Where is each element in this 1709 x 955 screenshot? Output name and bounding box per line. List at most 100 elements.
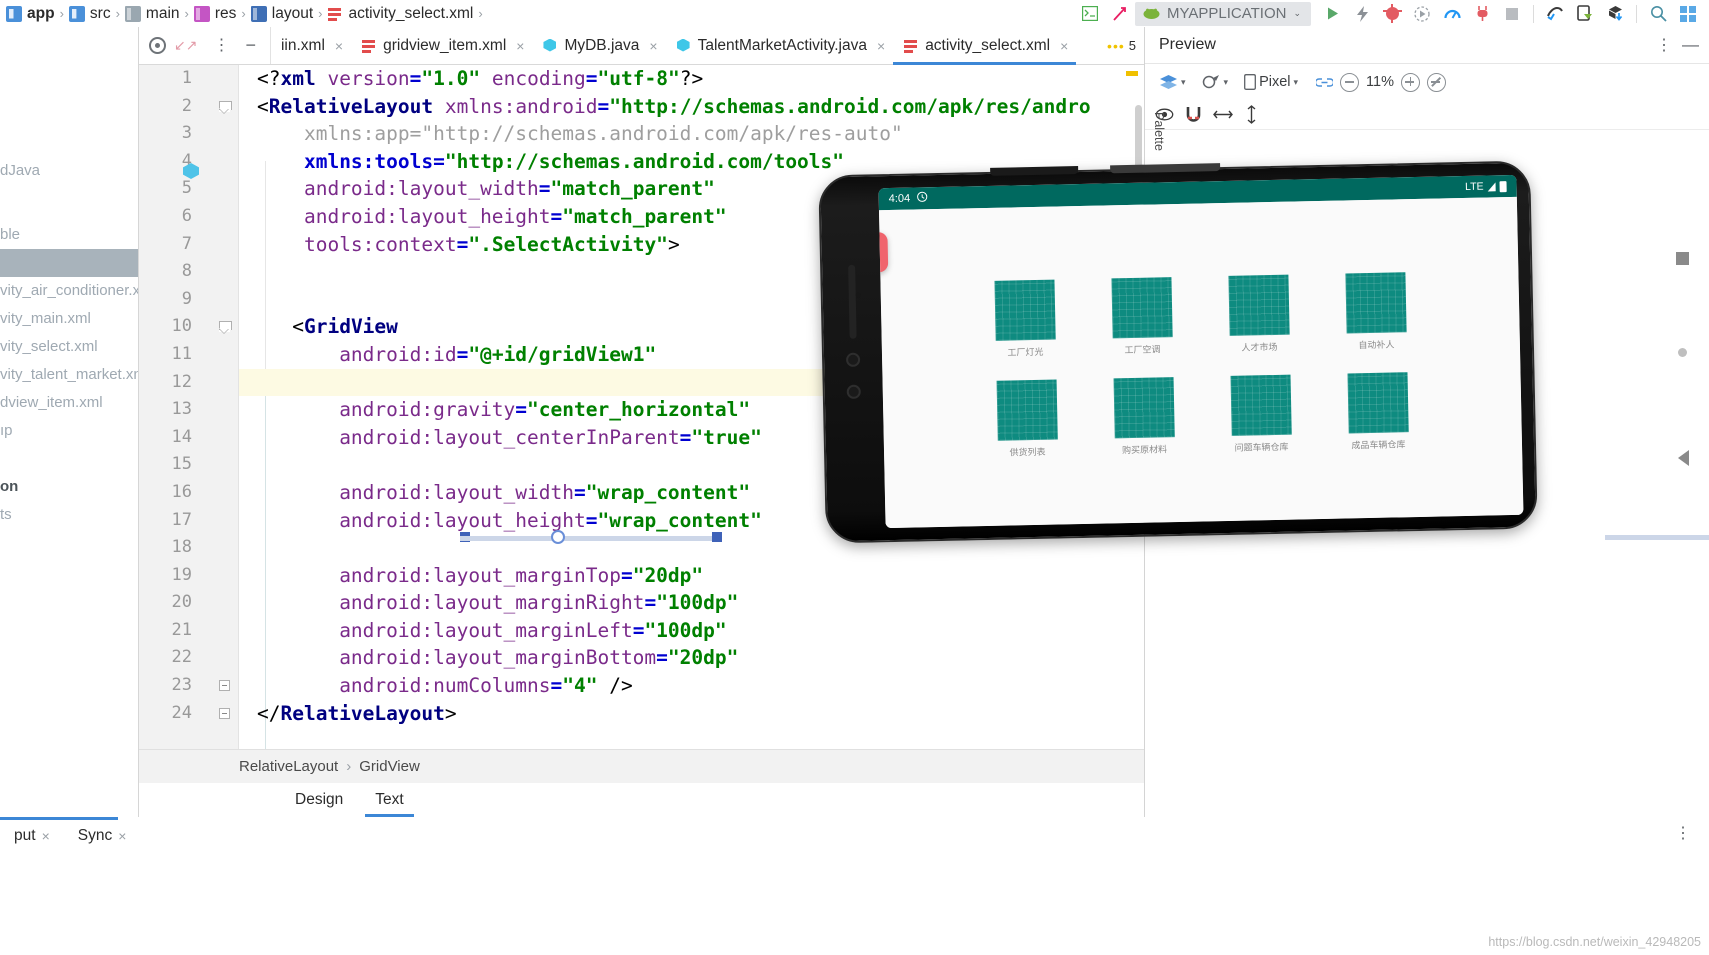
scroll-warning-marker[interactable] xyxy=(1126,71,1138,76)
options-kebab-icon[interactable]: ⋮ xyxy=(205,37,237,54)
sidebar-item-selected[interactable] xyxy=(0,249,138,277)
editor-tab-activity-select-xml[interactable]: activity_select.xml × xyxy=(893,27,1077,65)
grid-item[interactable]: 成品车辆仓库 xyxy=(1319,372,1436,452)
run-configuration-selector[interactable]: MYAPPLICATION ⌄ xyxy=(1134,1,1311,26)
build-icon[interactable] xyxy=(1105,1,1135,27)
sidebar-item-1[interactable] xyxy=(0,185,138,213)
grid-item[interactable]: 问题车辆仓库 xyxy=(1203,374,1320,454)
code-fold-icon[interactable] xyxy=(219,680,230,692)
chevron-down-icon[interactable]: ▾ xyxy=(1224,77,1229,88)
sdk-manager-icon[interactable] xyxy=(1540,1,1570,27)
preview-resize-bar[interactable] xyxy=(460,536,720,541)
terminal-icon[interactable] xyxy=(1075,1,1105,27)
code-line[interactable]: android:layout_marginLeft="100dp" xyxy=(239,617,1144,645)
device-preview-frame[interactable]: 4:04 LTE 工厂灯光 工厂空调 人才市场 自动补人 供货列表 购买原材料 … xyxy=(818,160,1538,544)
preview-minimize-icon[interactable]: — xyxy=(1682,35,1699,55)
editor-tab-mydb-java[interactable]: MyDB.java × xyxy=(532,27,665,64)
avd-manager-icon[interactable] xyxy=(1570,1,1600,27)
code-line[interactable]: android:numColumns="4" /> xyxy=(239,672,1144,700)
attach-debugger-icon[interactable] xyxy=(1467,1,1497,27)
breadcrumb-item-res[interactable]: res xyxy=(193,5,236,23)
run-with-coverage-icon[interactable] xyxy=(1407,1,1437,27)
sidebar-item-activity-talent-market[interactable]: vity_talent_market.xn xyxy=(0,361,138,389)
tab-design[interactable]: Design xyxy=(279,783,359,817)
close-icon[interactable]: × xyxy=(42,828,50,844)
inspection-warning-count[interactable]: ••• 5 xyxy=(1107,27,1144,64)
run-icon[interactable] xyxy=(1317,1,1347,27)
breadcrumb-item-layout[interactable]: layout xyxy=(250,5,313,23)
device-screen[interactable]: 4:04 LTE 工厂灯光 工厂空调 人才市场 自动补人 供货列表 购买原材料 … xyxy=(878,174,1524,529)
sidebar-item-12[interactable]: ts xyxy=(0,501,138,529)
code-line[interactable]: </RelativeLayout> xyxy=(239,700,1144,728)
breadcrumb-item-file[interactable]: activity_select.xml xyxy=(327,5,473,23)
sidebar-item-2[interactable]: ble xyxy=(0,221,138,249)
breadcrumb-item-main[interactable]: main xyxy=(124,5,180,23)
collapse-all-icon[interactable]: ↙↗ xyxy=(168,37,203,54)
design-mode-button[interactable]: ▾ xyxy=(1153,71,1192,93)
gridview-grid[interactable]: 工厂灯光 工厂空调 人才市场 自动补人供货列表 购买原材料 问题车辆仓库 成品车辆仓库 xyxy=(966,266,1436,460)
code-line[interactable]: android:layout_marginBottom="20dp" xyxy=(239,644,1144,672)
layout-inspector-icon[interactable] xyxy=(1673,1,1703,27)
breadcrumb-item-app[interactable]: app xyxy=(6,5,55,23)
project-sidebar[interactable]: dJava ble vity_air_conditioner.x vity_ma… xyxy=(0,27,138,817)
sidebar-item-0[interactable]: dJava xyxy=(0,157,138,185)
sidebar-item-activity-main[interactable]: vity_main.xml xyxy=(0,305,138,333)
close-icon[interactable]: × xyxy=(877,38,885,54)
close-icon[interactable]: × xyxy=(649,38,657,54)
grid-item[interactable]: 供货列表 xyxy=(969,379,1086,459)
sidebar-item-11[interactable]: on xyxy=(0,473,138,501)
grid-item[interactable]: 自动补人 xyxy=(1317,272,1434,352)
code-line[interactable]: android:layout_marginTop="20dp" xyxy=(239,562,1144,590)
chevron-down-icon[interactable]: ▾ xyxy=(1181,77,1186,88)
editor-tab-gridview-item-xml[interactable]: gridview_item.xml × xyxy=(351,27,532,64)
sidebar-item-activity-air-conditioner[interactable]: vity_air_conditioner.x xyxy=(0,277,138,305)
zoom-in-button[interactable] xyxy=(1400,72,1420,92)
preview-handle-square[interactable] xyxy=(1676,252,1689,265)
apply-changes-icon[interactable] xyxy=(1347,1,1377,27)
bottom-options-kebab-icon[interactable]: ⋮ xyxy=(1675,823,1691,843)
stop-icon[interactable] xyxy=(1497,1,1527,27)
bottom-tab-output[interactable]: put × xyxy=(0,827,64,845)
zoom-out-button[interactable] xyxy=(1340,72,1360,92)
grid-item[interactable]: 工厂灯光 xyxy=(966,279,1083,359)
debug-icon[interactable] xyxy=(1377,1,1407,27)
structure-crumb-relativelayout[interactable]: RelativeLayout xyxy=(239,758,338,775)
preview-options-kebab-icon[interactable]: ⋮ xyxy=(1646,35,1682,55)
search-icon[interactable] xyxy=(1643,1,1673,27)
code-line[interactable]: xmlns:app="http://schemas.android.com/ap… xyxy=(239,120,1144,148)
select-opened-file-icon[interactable] xyxy=(149,37,166,54)
code-line[interactable]: android:layout_marginRight="100dp" xyxy=(239,589,1144,617)
chevron-down-icon[interactable]: ▾ xyxy=(1294,77,1299,88)
grid-item[interactable]: 人才市场 xyxy=(1200,274,1317,354)
grid-item[interactable]: 购买原材料 xyxy=(1086,377,1203,457)
code-line[interactable]: <?xml version="1.0" encoding="utf-8"?> xyxy=(239,65,1144,93)
search-fab-button[interactable] xyxy=(878,232,889,273)
palette-tab[interactable]: Palette xyxy=(1149,95,1166,167)
code-fold-icon[interactable] xyxy=(219,100,232,112)
profiler-icon[interactable] xyxy=(1437,1,1467,27)
sync-gradle-icon[interactable] xyxy=(1600,1,1630,27)
close-icon[interactable]: × xyxy=(118,828,126,844)
sidebar-item-gridview-item[interactable]: dview_item.xml xyxy=(0,389,138,417)
chevron-down-icon[interactable]: ⌄ xyxy=(1293,8,1301,19)
sidebar-item-activity-select[interactable]: vity_select.xml xyxy=(0,333,138,361)
structure-crumb-gridview[interactable]: GridView xyxy=(359,758,420,775)
breadcrumb-item-src[interactable]: src xyxy=(68,5,111,23)
code-fold-icon[interactable] xyxy=(219,321,232,333)
editor-tab-main-xml[interactable]: iin.xml × xyxy=(271,27,351,64)
editor-tab-talentmarketactivity-java[interactable]: TalentMarketActivity.java × xyxy=(666,27,894,64)
zoom-reset-button[interactable] xyxy=(1426,72,1446,92)
device-selector[interactable]: Pixel ▾ xyxy=(1238,71,1304,93)
structure-breadcrumb[interactable]: RelativeLayout › GridView xyxy=(139,749,1144,783)
grid-item[interactable]: 工厂空调 xyxy=(1083,277,1200,357)
code-fold-icon[interactable] xyxy=(219,707,230,719)
preview-handle-triangle[interactable] xyxy=(1678,450,1689,466)
tab-text[interactable]: Text xyxy=(359,783,419,817)
close-icon[interactable]: × xyxy=(1060,38,1068,54)
bottom-tab-sync[interactable]: Sync × xyxy=(64,827,141,845)
close-icon[interactable]: × xyxy=(516,38,524,54)
preview-rotate-handle[interactable] xyxy=(551,530,565,544)
preview-handle-dot[interactable] xyxy=(1678,348,1687,357)
sidebar-item-9[interactable]: ıp xyxy=(0,417,138,445)
close-icon[interactable]: × xyxy=(335,38,343,54)
